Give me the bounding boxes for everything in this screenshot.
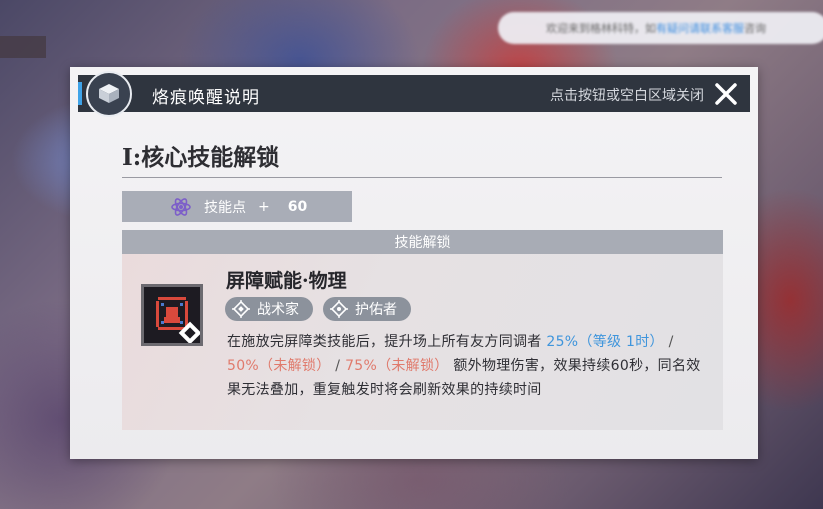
desc-level3: 75%（未解锁） — [345, 358, 449, 374]
skill-points-plus: + — [258, 198, 270, 215]
section-title: I:核心技能解锁 — [122, 144, 280, 171]
guardian-icon — [330, 300, 348, 318]
tag-tactician: 战术家 — [225, 297, 313, 321]
tag-guardian: 护佑者 — [323, 297, 411, 321]
section-divider — [122, 177, 722, 178]
skill-unlock-panel: 技能解锁 屏障赋能·物理 战术家 护佑者 在施放完屏障类技能后，提升场上所有友方… — [122, 230, 723, 430]
close-hint: 点击按钮或空白区域关闭 — [550, 88, 704, 104]
desc-separator: / — [330, 358, 346, 374]
book-emblem-icon — [86, 71, 132, 117]
atom-icon — [171, 198, 191, 216]
notice-highlight: 有疑问请联系客服 — [656, 22, 744, 35]
imprint-awakening-dialog[interactable]: 烙痕唤醒说明 点击按钮或空白区域关闭 I:核心技能解锁 技能点 + 60 技能解… — [70, 67, 758, 459]
skill-points-bar: 技能点 + 60 — [122, 191, 352, 222]
unlock-header: 技能解锁 — [122, 230, 723, 254]
skill-tags: 战术家 护佑者 — [225, 297, 411, 321]
dialog-header: 烙痕唤醒说明 点击按钮或空白区域关闭 — [78, 75, 750, 112]
background-tab — [0, 36, 46, 58]
desc-level2: 50%（未解锁） — [227, 358, 331, 374]
skill-points-value: 60 — [287, 198, 308, 215]
skill-points-label: 技能点 — [204, 199, 246, 216]
barrier-skill-icon — [141, 284, 203, 346]
tactician-icon — [232, 300, 250, 318]
close-button[interactable] — [712, 80, 740, 108]
desc-separator: / — [663, 334, 674, 350]
tag-label: 护佑者 — [355, 302, 397, 318]
header-accent — [78, 82, 82, 105]
skill-card: 屏障赋能·物理 战术家 护佑者 在施放完屏障类技能后，提升场上所有友方同调者 2… — [122, 254, 723, 430]
background-notice: 欢迎来到格林科特，如 有疑问请联系客服 咨询 — [498, 12, 823, 44]
tag-label: 战术家 — [257, 302, 299, 318]
desc-level1: 25%（等级 1时） — [546, 334, 664, 350]
notice-text: 欢迎来到格林科特，如 — [546, 22, 656, 35]
notice-suffix: 咨询 — [744, 22, 766, 35]
dialog-title: 烙痕唤醒说明 — [152, 88, 260, 108]
close-icon — [715, 83, 737, 105]
desc-intro: 在施放完屏障类技能后，提升场上所有友方同调者 — [227, 334, 542, 350]
skill-description: 在施放完屏障类技能后，提升场上所有友方同调者 25%（等级 1时） / 50%（… — [227, 330, 703, 402]
skill-name: 屏障赋能·物理 — [226, 270, 347, 292]
